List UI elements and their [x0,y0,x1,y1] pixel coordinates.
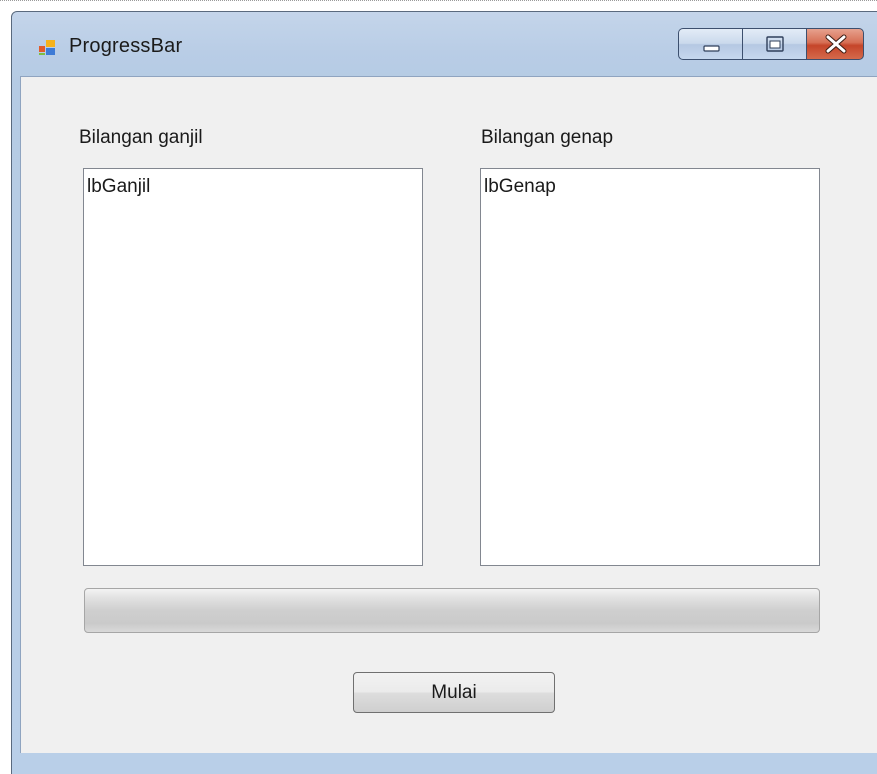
caption-buttons [678,28,864,60]
close-button[interactable] [806,28,864,60]
close-icon [825,34,847,54]
start-button[interactable]: Mulai [353,672,555,713]
screen: ProgressBar Bilangan ganjil Bilangan gen… [0,0,877,774]
maximize-icon [766,36,784,52]
winforms-app-icon [39,40,55,55]
progress-bar [84,588,820,633]
app-window: ProgressBar Bilangan ganjil Bilangan gen… [11,11,877,774]
even-numbers-listbox[interactable]: lbGenap [480,168,820,566]
maximize-button[interactable] [742,28,806,60]
minimize-icon [703,45,720,52]
title-bar[interactable]: ProgressBar [12,12,877,76]
selection-border [0,0,877,2]
window-title: ProgressBar [69,35,183,57]
list-item[interactable]: lbGenap [484,175,819,199]
even-numbers-label: Bilangan genap [481,127,614,148]
form-client-area: Bilangan ganjil Bilangan genap lbGanjil … [20,76,877,753]
list-item[interactable]: lbGanjil [87,175,422,199]
odd-numbers-label: Bilangan ganjil [79,127,203,148]
minimize-button[interactable] [678,28,742,60]
odd-numbers-listbox[interactable]: lbGanjil [83,168,423,566]
